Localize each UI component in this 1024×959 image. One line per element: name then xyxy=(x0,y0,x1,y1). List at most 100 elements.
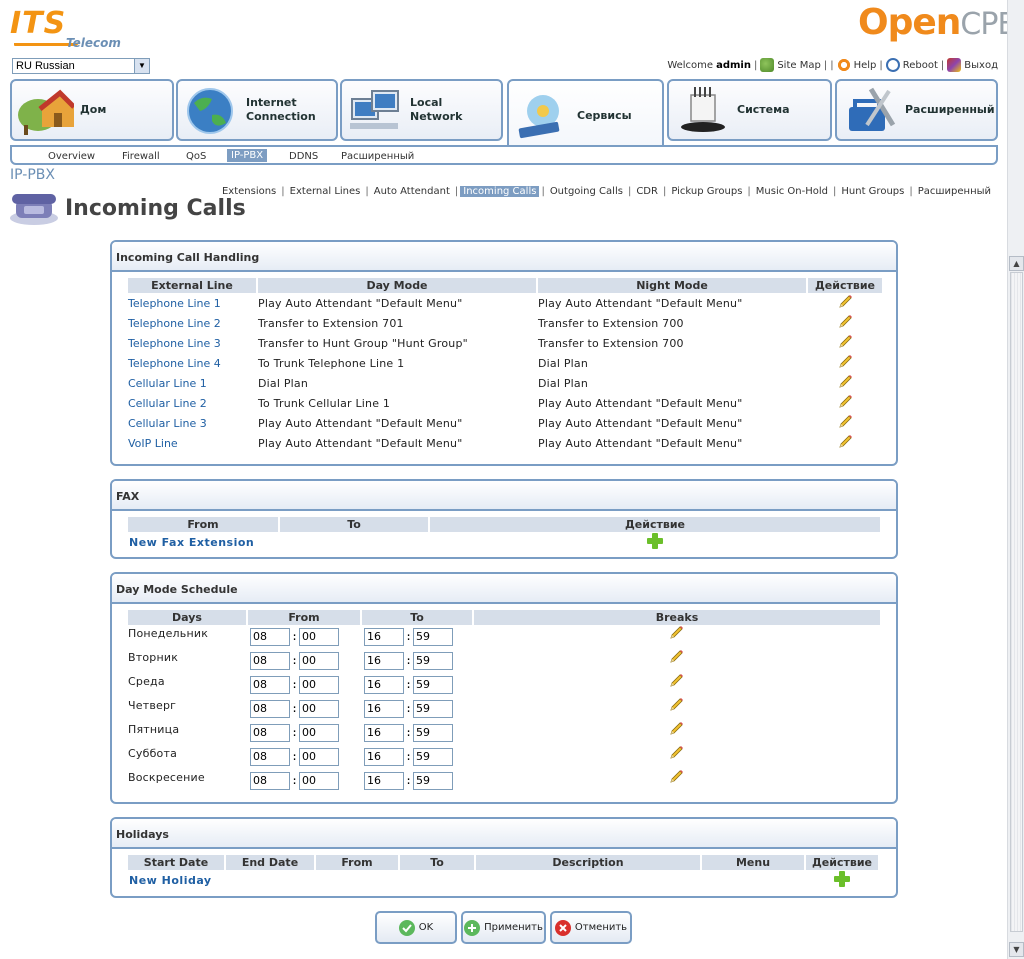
external-line-link[interactable]: Telephone Line 1 xyxy=(128,293,256,313)
external-line-link[interactable]: Cellular Line 2 xyxy=(128,393,256,413)
holidays-panel: Holidays Start Date End Date From To Des… xyxy=(110,817,898,898)
subnav-firewall[interactable]: Firewall xyxy=(122,151,160,162)
help-icon[interactable] xyxy=(836,58,851,72)
main-tab-internet-connection[interactable]: Internet Connection xyxy=(176,79,338,141)
cancel-button[interactable]: Отменить xyxy=(550,911,632,944)
subnav-incoming-calls[interactable]: Incoming Calls xyxy=(460,186,540,197)
subnav-qos[interactable]: QoS xyxy=(186,151,206,162)
to-hour-input[interactable]: 16 xyxy=(364,748,404,766)
vertical-scrollbar[interactable]: ▲ ▼ xyxy=(1007,0,1024,959)
from-minute-input[interactable]: 00 xyxy=(299,652,339,670)
edit-pencil-icon[interactable] xyxy=(837,354,853,370)
logout-link[interactable]: Выход xyxy=(964,60,998,71)
from-minute-input[interactable]: 00 xyxy=(299,676,339,694)
to-hour-input[interactable]: 16 xyxy=(364,676,404,694)
subnav-extensions[interactable]: Extensions xyxy=(219,186,279,197)
from-minute-input[interactable]: 00 xyxy=(299,700,339,718)
from-hour-input[interactable]: 08 xyxy=(250,700,290,718)
subnav-cdr[interactable]: CDR xyxy=(633,186,661,197)
external-line-link[interactable]: VoIP Line xyxy=(128,433,256,453)
edit-pencil-icon[interactable] xyxy=(668,649,684,665)
subnav-pickup-groups[interactable]: Pickup Groups xyxy=(668,186,745,197)
edit-pencil-icon[interactable] xyxy=(837,414,853,430)
main-tab-local-network[interactable]: Local Network xyxy=(340,79,503,141)
to-hour-input[interactable]: 16 xyxy=(364,772,404,790)
from-hour-input[interactable]: 08 xyxy=(250,772,290,790)
to-minute-input[interactable]: 59 xyxy=(413,628,453,646)
edit-pencil-icon[interactable] xyxy=(668,625,684,641)
chevron-down-icon[interactable]: ▼ xyxy=(134,59,149,73)
edit-pencil-icon[interactable] xyxy=(668,769,684,785)
subnav-music-on-hold[interactable]: Music On-Hold xyxy=(753,186,831,197)
to-hour-input[interactable]: 16 xyxy=(364,628,404,646)
new-fax-extension-link[interactable]: New Fax Extension xyxy=(129,536,254,549)
to-minute-input[interactable]: 59 xyxy=(413,676,453,694)
add-icon[interactable] xyxy=(834,870,850,887)
external-line-link[interactable]: Cellular Line 3 xyxy=(128,413,256,433)
from-minute-input[interactable]: 00 xyxy=(299,724,339,742)
edit-pencil-icon[interactable] xyxy=(837,294,853,310)
from-hour-input[interactable]: 08 xyxy=(250,652,290,670)
from-hour-input[interactable]: 08 xyxy=(250,628,290,646)
to-hour-input[interactable]: 16 xyxy=(364,700,404,718)
subnav-ip-pbx[interactable]: IP-PBX xyxy=(227,149,268,162)
subnav-ddns[interactable]: DDNS xyxy=(289,151,318,162)
edit-pencil-icon[interactable] xyxy=(837,314,853,330)
edit-pencil-icon[interactable] xyxy=(668,745,684,761)
holidays-table: Start Date End Date From To Description … xyxy=(126,855,880,890)
external-line-link[interactable]: Telephone Line 2 xyxy=(128,313,256,333)
subnav-outgoing-calls[interactable]: Outgoing Calls xyxy=(547,186,626,197)
to-minute-input[interactable]: 59 xyxy=(413,652,453,670)
sitemap-link[interactable]: Site Map xyxy=(777,60,820,71)
to-hour-input[interactable]: 16 xyxy=(364,652,404,670)
username: admin xyxy=(716,59,751,71)
help-link[interactable]: Help xyxy=(854,60,877,71)
edit-pencil-icon[interactable] xyxy=(837,374,853,390)
from-minute-input[interactable]: 00 xyxy=(299,628,339,646)
reboot-icon[interactable] xyxy=(885,58,900,72)
subnav-overview[interactable]: Overview xyxy=(48,151,95,162)
reboot-link[interactable]: Reboot xyxy=(903,60,938,71)
apply-button[interactable]: Применить xyxy=(461,911,546,944)
scrollbar-thumb[interactable] xyxy=(1010,272,1023,932)
separator: | xyxy=(940,59,945,71)
external-line-link[interactable]: Telephone Line 4 xyxy=(128,353,256,373)
new-holiday-link[interactable]: New Holiday xyxy=(129,874,212,887)
to-minute-input[interactable]: 59 xyxy=(413,724,453,742)
action-cell xyxy=(808,353,882,373)
to-minute-input[interactable]: 59 xyxy=(413,700,453,718)
to-minute-input[interactable]: 59 xyxy=(413,748,453,766)
to-minute-input[interactable]: 59 xyxy=(413,772,453,790)
scroll-down-button[interactable]: ▼ xyxy=(1009,942,1024,957)
edit-pencil-icon[interactable] xyxy=(668,697,684,713)
subnav-hunt-groups[interactable]: Hunt Groups xyxy=(838,186,907,197)
subnav-external-lines[interactable]: External Lines xyxy=(287,186,364,197)
subnav-auto-attendant[interactable]: Auto Attendant xyxy=(371,186,453,197)
edit-pencil-icon[interactable] xyxy=(837,434,853,450)
external-line-link[interactable]: Telephone Line 3 xyxy=(128,333,256,353)
ok-button[interactable]: OK xyxy=(375,911,457,944)
edit-pencil-icon[interactable] xyxy=(837,394,853,410)
from-minute-input[interactable]: 00 xyxy=(299,748,339,766)
from-hour-input[interactable]: 08 xyxy=(250,748,290,766)
action-cell xyxy=(808,393,882,413)
logout-icon[interactable] xyxy=(947,58,962,72)
main-tab-system[interactable]: Система xyxy=(667,79,832,141)
language-select[interactable]: RU Russian ▼ xyxy=(12,58,150,74)
sitemap-icon[interactable] xyxy=(760,58,775,72)
edit-pencil-icon[interactable] xyxy=(668,673,684,689)
from-minute-input[interactable]: 00 xyxy=(299,772,339,790)
subnav-advanced[interactable]: Расширенный xyxy=(915,186,994,197)
external-line-link[interactable]: Cellular Line 1 xyxy=(128,373,256,393)
from-hour-input[interactable]: 08 xyxy=(250,676,290,694)
add-icon[interactable] xyxy=(647,532,663,549)
from-hour-input[interactable]: 08 xyxy=(250,724,290,742)
main-tab-services[interactable]: Сервисы xyxy=(507,79,664,151)
subnav-advanced[interactable]: Расширенный xyxy=(341,151,414,162)
to-hour-input[interactable]: 16 xyxy=(364,724,404,742)
edit-pencil-icon[interactable] xyxy=(837,334,853,350)
main-tab-advanced[interactable]: Расширенный xyxy=(835,79,998,141)
scroll-up-button[interactable]: ▲ xyxy=(1009,256,1024,271)
edit-pencil-icon[interactable] xyxy=(668,721,684,737)
main-tab-home[interactable]: Дом xyxy=(10,79,174,141)
